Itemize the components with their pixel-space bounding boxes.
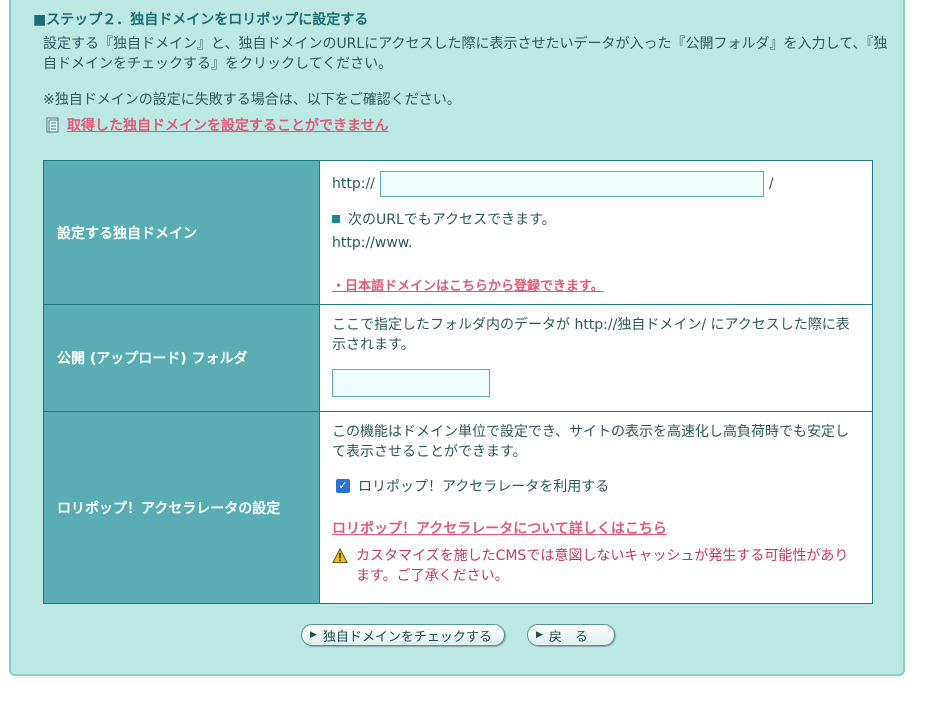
domain-input[interactable] <box>379 171 764 197</box>
domain-label: 設定する独自ドメイン <box>43 160 320 305</box>
step-panel: ■ステップ２．独自ドメインをロリポップに設定する 設定する『独自ドメイン』と、独… <box>9 0 905 676</box>
back-button[interactable]: ▶ 戻 る <box>527 624 615 646</box>
folder-cell: ここで指定したフォルダ内のデータが http://独自ドメイン/ にアクセスした… <box>319 304 873 412</box>
http-prefix: http:// <box>332 176 375 192</box>
check-domain-button[interactable]: ▶ 独自ドメインをチェックする <box>301 624 505 646</box>
play-arrow-icon: ▶ <box>536 630 543 640</box>
japanese-domain-link[interactable]: ・日本語ドメインはこちらから登録できます。 <box>332 279 604 294</box>
www-url: http://www. <box>332 235 413 251</box>
domain-row: 設定する独自ドメイン http:// / 次のURLでもアクセスできます。 ht… <box>43 160 873 305</box>
accelerator-cell: この機能はドメイン単位で設定でき、サイトの表示を高速化し高負荷時でも安定して表示… <box>319 411 873 604</box>
accelerator-info-link[interactable]: ロリポップ！アクセラレータについて詳しくはこちら <box>332 521 667 537</box>
failure-note: ※独自ドメインの設定に失敗する場合は、以下をご確認ください。 <box>43 92 461 108</box>
accelerator-label: ロリポップ！アクセラレータの設定 <box>43 411 320 604</box>
accelerator-checkbox[interactable]: ✓ <box>336 479 350 493</box>
folder-row: 公開 (アップロード) フォルダ ここで指定したフォルダ内のデータが http:… <box>43 304 873 412</box>
bullet-square-icon <box>332 215 340 223</box>
document-icon <box>46 117 59 133</box>
slash-suffix: / <box>768 176 774 192</box>
step-description: 設定する『独自ドメイン』と、独自ドメインのURLにアクセスした際に表示させたいデ… <box>43 36 888 72</box>
accelerator-checkbox-label[interactable]: ロリポップ！アクセラレータを利用する <box>358 476 609 496</box>
step-title: ■ステップ２．独自ドメインをロリポップに設定する <box>33 12 369 28</box>
warning-triangle-icon <box>332 548 348 563</box>
settings-table: 設定する独自ドメイン http:// / 次のURLでもアクセスできます。 ht… <box>43 160 873 604</box>
also-access-note: 次のURLでもアクセスできます。 <box>348 212 556 228</box>
play-arrow-icon: ▶ <box>310 630 317 640</box>
accelerator-row: ロリポップ！アクセラレータの設定 この機能はドメイン単位で設定でき、サイトの表示… <box>43 411 873 604</box>
folder-help: ここで指定したフォルダ内のデータが http://独自ドメイン/ にアクセスした… <box>332 317 850 353</box>
folder-label: 公開 (アップロード) フォルダ <box>43 304 320 412</box>
help-link-text[interactable]: 取得した独自ドメインを設定することができません <box>67 115 389 135</box>
folder-input[interactable] <box>332 369 490 397</box>
domain-cell: http:// / 次のURLでもアクセスできます。 http://www. ・… <box>319 160 873 305</box>
accelerator-help: この機能はドメイン単位で設定でき、サイトの表示を高速化し高負荷時でも安定して表示… <box>332 424 850 460</box>
help-link[interactable]: 取得した独自ドメインを設定することができません <box>45 115 389 135</box>
cache-warning: カスタマイズを施したCMSでは意図しないキャッシュが発生する可能性があります。ご… <box>356 548 849 584</box>
